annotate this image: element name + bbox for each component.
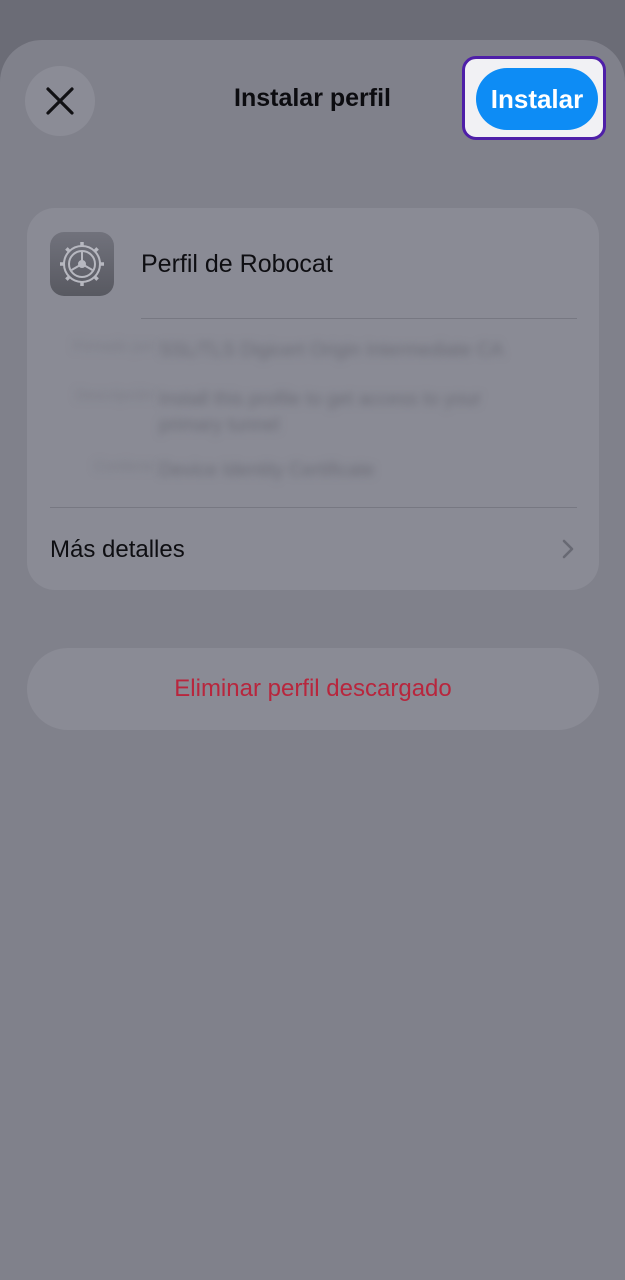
profile-card: Perfil de Robocat Firmado por SSL/TLS Di… — [27, 208, 599, 590]
detail-label: Descripción — [75, 387, 154, 404]
install-profile-sheet: Instalar perfil Instalar Perfil de Roboc… — [0, 40, 625, 1280]
more-details-row[interactable]: Más detalles — [27, 508, 599, 590]
chevron-right-icon — [562, 539, 574, 559]
delete-profile-button[interactable]: Eliminar perfil descargado — [27, 648, 599, 730]
settings-app-icon — [50, 232, 114, 296]
detail-label: Firmado por — [73, 338, 154, 355]
install-button-highlight: Instalar — [462, 56, 606, 140]
divider — [141, 318, 577, 319]
delete-profile-label: Eliminar perfil descargado — [174, 675, 452, 702]
gear-icon — [60, 242, 104, 286]
detail-label: Contiene — [93, 458, 154, 475]
detail-value: Device Identity Certificate — [159, 460, 375, 481]
install-button[interactable]: Instalar — [476, 68, 598, 130]
profile-name: Perfil de Robocat — [141, 250, 333, 278]
detail-value: SSL/TLS Digicert Origin Intermediate CA — [159, 340, 504, 361]
close-icon — [46, 87, 74, 115]
detail-value: Install this profile to get access to yo… — [159, 389, 482, 436]
close-button[interactable] — [25, 66, 95, 136]
more-details-label: Más detalles — [50, 536, 185, 563]
